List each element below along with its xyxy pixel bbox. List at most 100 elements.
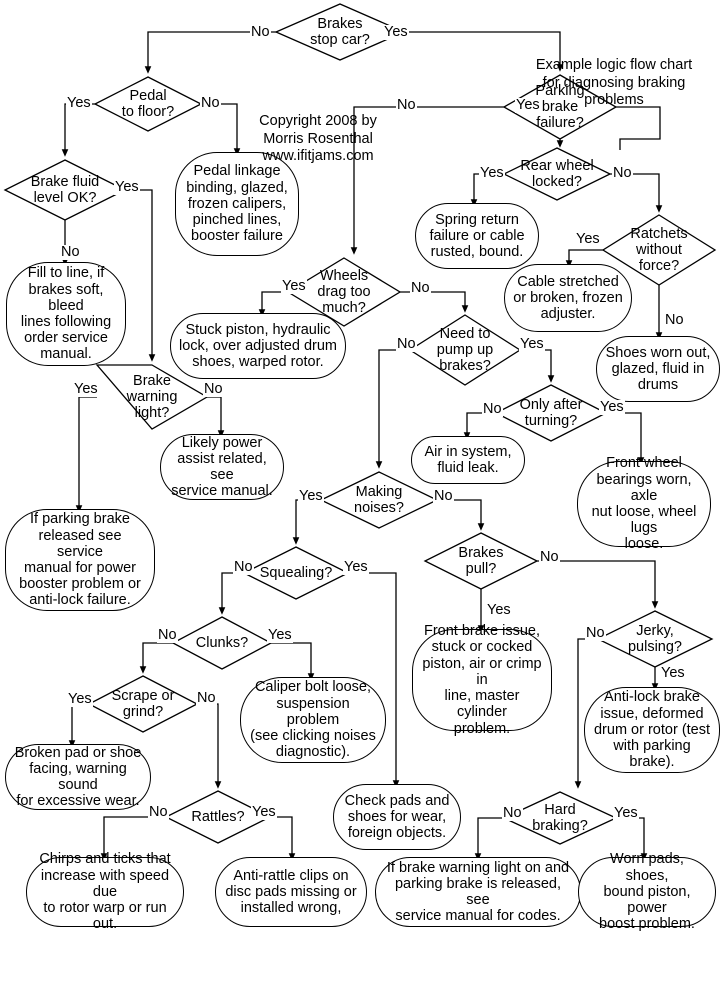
outcome-anti-rattle-clips[interactable]: Anti-rattle clips on disc pads missing o… xyxy=(215,857,367,927)
edge-label-scrape-yes: Yes xyxy=(67,691,93,707)
outcome-if-brake-warning[interactable]: If brake warning light on and parking br… xyxy=(375,857,581,927)
decision-jerky-pulsing-label: Jerky, pulsing? xyxy=(627,622,682,655)
decision-scrape-or-grind-label: Scrape or grind? xyxy=(111,687,175,720)
edge-label-hard-braking-yes: Yes xyxy=(613,805,639,821)
decision-ratchets-without-force-label: Ratchets without force? xyxy=(630,225,688,275)
decision-making-noises[interactable]: Making noises? xyxy=(321,472,437,528)
decision-jerky-pulsing[interactable]: Jerky, pulsing? xyxy=(598,611,712,667)
edge-label-parking-brake-no: No xyxy=(396,97,417,113)
edge-label-need-to-pump-yes: Yes xyxy=(519,336,545,352)
edge-label-rear-wheel-no: No xyxy=(612,165,633,181)
decision-need-to-pump-label: Need to pump up brakes? xyxy=(436,325,494,375)
edge-label-only-after-turning-yes: Yes xyxy=(599,399,625,415)
edge-label-jerky-yes: Yes xyxy=(660,665,686,681)
decision-rear-wheel-locked[interactable]: Rear wheel locked? xyxy=(504,148,610,200)
outcome-pedal-linkage-label: Pedal linkage binding, glazed, frozen ca… xyxy=(186,163,288,245)
outcome-if-parking-brake[interactable]: If parking brake released see service ma… xyxy=(5,509,155,611)
decision-brakes-pull[interactable]: Brakes pull? xyxy=(425,533,537,589)
outcome-front-wheel-bearings-label: Front wheel bearings worn, axle nut loos… xyxy=(591,455,697,553)
edge-label-brakes-stop-car-no: No xyxy=(250,24,271,40)
chart-heading: Example logic flow chart for diagnosing … xyxy=(514,40,714,110)
outcome-worn-pads[interactable]: Worn pads, shoes, bound piston, power bo… xyxy=(578,851,716,932)
outcome-broken-pad[interactable]: Broken pad or shoe facing, warning sound… xyxy=(5,744,151,810)
decision-clunks-label: Clunks? xyxy=(195,634,249,651)
outcome-air-in-system-label: Air in system, fluid leak. xyxy=(424,443,512,476)
decision-rear-wheel-locked-label: Rear wheel locked? xyxy=(520,157,594,190)
outcome-likely-power-assist-label: Likely power assist related, see service… xyxy=(171,434,273,500)
edge-label-clunks-yes: Yes xyxy=(267,627,293,643)
outcome-anti-lock-brake-label: Anti-lock brake issue, deformed drum or … xyxy=(593,689,711,771)
edge-label-squealing-yes: Yes xyxy=(343,559,369,575)
outcome-front-brake-issue-label: Front brake issue, stuck or cocked pisto… xyxy=(422,623,542,737)
edge-label-wheels-drag-no: No xyxy=(410,280,431,296)
edge-label-brake-warning-yes: Yes xyxy=(73,381,99,397)
outcome-anti-lock-brake[interactable]: Anti-lock brake issue, deformed drum or … xyxy=(584,687,720,773)
decision-brake-warning-light-label: Brake warning light? xyxy=(126,372,178,422)
outcome-chirps-and-ticks[interactable]: Chirps and ticks that increase with spee… xyxy=(26,851,184,932)
outcome-if-brake-warning-label: If brake warning light on and parking br… xyxy=(386,859,570,925)
decision-clunks[interactable]: Clunks? xyxy=(173,617,271,669)
edge-label-rear-wheel-yes: Yes xyxy=(479,165,505,181)
outcome-anti-rattle-clips-label: Anti-rattle clips on disc pads missing o… xyxy=(225,867,357,917)
edge-label-making-noises-no: No xyxy=(433,488,454,504)
edge-label-wheels-drag-yes: Yes xyxy=(281,278,307,294)
decision-need-to-pump[interactable]: Need to pump up brakes? xyxy=(410,315,520,385)
edge-label-brake-fluid-yes: Yes xyxy=(114,179,140,195)
edge-label-ratchets-no: No xyxy=(664,312,685,328)
outcome-caliper-bolt-label: Caliper bolt loose, suspension problem (… xyxy=(250,679,376,761)
outcome-front-brake-issue[interactable]: Front brake issue, stuck or cocked pisto… xyxy=(412,623,552,737)
edge-label-pedal-to-floor-yes: Yes xyxy=(66,95,92,111)
decision-pedal-to-floor[interactable]: Pedal to floor? xyxy=(95,77,201,131)
outcome-front-wheel-bearings[interactable]: Front wheel bearings worn, axle nut loos… xyxy=(577,455,711,552)
edge-label-brakes-pull-no: No xyxy=(539,549,560,565)
outcome-fill-to-line[interactable]: Fill to line, if brakes soft, bleed line… xyxy=(6,262,126,366)
outcome-check-pads[interactable]: Check pads and shoes for wear, foreign o… xyxy=(333,784,461,850)
outcome-pedal-linkage[interactable]: Pedal linkage binding, glazed, frozen ca… xyxy=(175,152,299,256)
edge-label-squealing-no: No xyxy=(233,559,254,575)
edge-label-hard-braking-no: No xyxy=(502,805,523,821)
outcome-spring-return[interactable]: Spring return failure or cable rusted, b… xyxy=(415,203,539,269)
outcome-if-parking-brake-label: If parking brake released see service ma… xyxy=(19,511,141,609)
outcome-spring-return-label: Spring return failure or cable rusted, b… xyxy=(429,211,525,261)
chart-heading-text: Example logic flow chart for diagnosing … xyxy=(535,57,693,109)
outcome-caliper-bolt[interactable]: Caliper bolt loose, suspension problem (… xyxy=(240,677,386,763)
decision-squealing-label: Squealing? xyxy=(259,564,333,581)
edge-label-scrape-no: No xyxy=(196,690,217,706)
outcome-chirps-and-ticks-label: Chirps and ticks that increase with spee… xyxy=(39,851,171,933)
edge-label-pedal-to-floor-no: No xyxy=(200,95,221,111)
edge-label-clunks-no: No xyxy=(157,627,178,643)
edge-label-brake-fluid-no: No xyxy=(60,244,81,260)
decision-pedal-to-floor-label: Pedal to floor? xyxy=(121,87,175,120)
outcome-likely-power-assist[interactable]: Likely power assist related, see service… xyxy=(160,434,284,500)
edge-label-rattles-no: No xyxy=(148,804,169,820)
outcome-worn-pads-label: Worn pads, shoes, bound piston, power bo… xyxy=(599,851,695,933)
edge-label-brakes-pull-yes: Yes xyxy=(486,602,512,618)
outcome-fill-to-line-label: Fill to line, if brakes soft, bleed line… xyxy=(20,265,112,363)
outcome-shoes-worn-out[interactable]: Shoes worn out, glazed, fluid in drums xyxy=(596,336,720,402)
edge-label-ratchets-yes: Yes xyxy=(575,231,601,247)
outcome-broken-pad-label: Broken pad or shoe facing, warning sound… xyxy=(14,744,142,810)
decision-only-after-turning-label: Only after turning? xyxy=(519,396,583,429)
decision-brakes-pull-label: Brakes pull? xyxy=(458,544,504,577)
edge-label-need-to-pump-no: No xyxy=(396,336,417,352)
outcome-air-in-system[interactable]: Air in system, fluid leak. xyxy=(411,436,525,484)
edge-label-making-noises-yes: Yes xyxy=(298,488,324,504)
copyright-note: Copyright 2008 by Morris Rosenthal www.i… xyxy=(238,96,398,166)
edge-label-brakes-stop-car-yes: Yes xyxy=(383,24,409,40)
outcome-cable-stretched[interactable]: Cable stretched or broken, frozen adjust… xyxy=(504,264,632,332)
edge-label-jerky-no: No xyxy=(585,625,606,641)
decision-only-after-turning[interactable]: Only after turning? xyxy=(496,385,606,441)
copyright-note-text: Copyright 2008 by Morris Rosenthal www.i… xyxy=(259,113,377,165)
decision-brake-fluid-level-label: Brake fluid level OK? xyxy=(30,173,100,206)
decision-squealing[interactable]: Squealing? xyxy=(244,547,348,599)
outcome-cable-stretched-label: Cable stretched or broken, frozen adjust… xyxy=(513,273,623,323)
edge-label-only-after-turning-no: No xyxy=(482,401,503,417)
outcome-stuck-piston[interactable]: Stuck piston, hydraulic lock, over adjus… xyxy=(170,313,346,379)
outcome-shoes-worn-out-label: Shoes worn out, glazed, fluid in drums xyxy=(605,344,711,394)
edge-label-brake-warning-no: No xyxy=(203,381,224,397)
decision-scrape-or-grind[interactable]: Scrape or grind? xyxy=(89,676,197,732)
decision-brake-fluid-level[interactable]: Brake fluid level OK? xyxy=(5,160,125,220)
outcome-stuck-piston-label: Stuck piston, hydraulic lock, over adjus… xyxy=(179,321,337,371)
outcome-check-pads-label: Check pads and shoes for wear, foreign o… xyxy=(344,792,450,842)
decision-making-noises-label: Making noises? xyxy=(354,483,404,516)
